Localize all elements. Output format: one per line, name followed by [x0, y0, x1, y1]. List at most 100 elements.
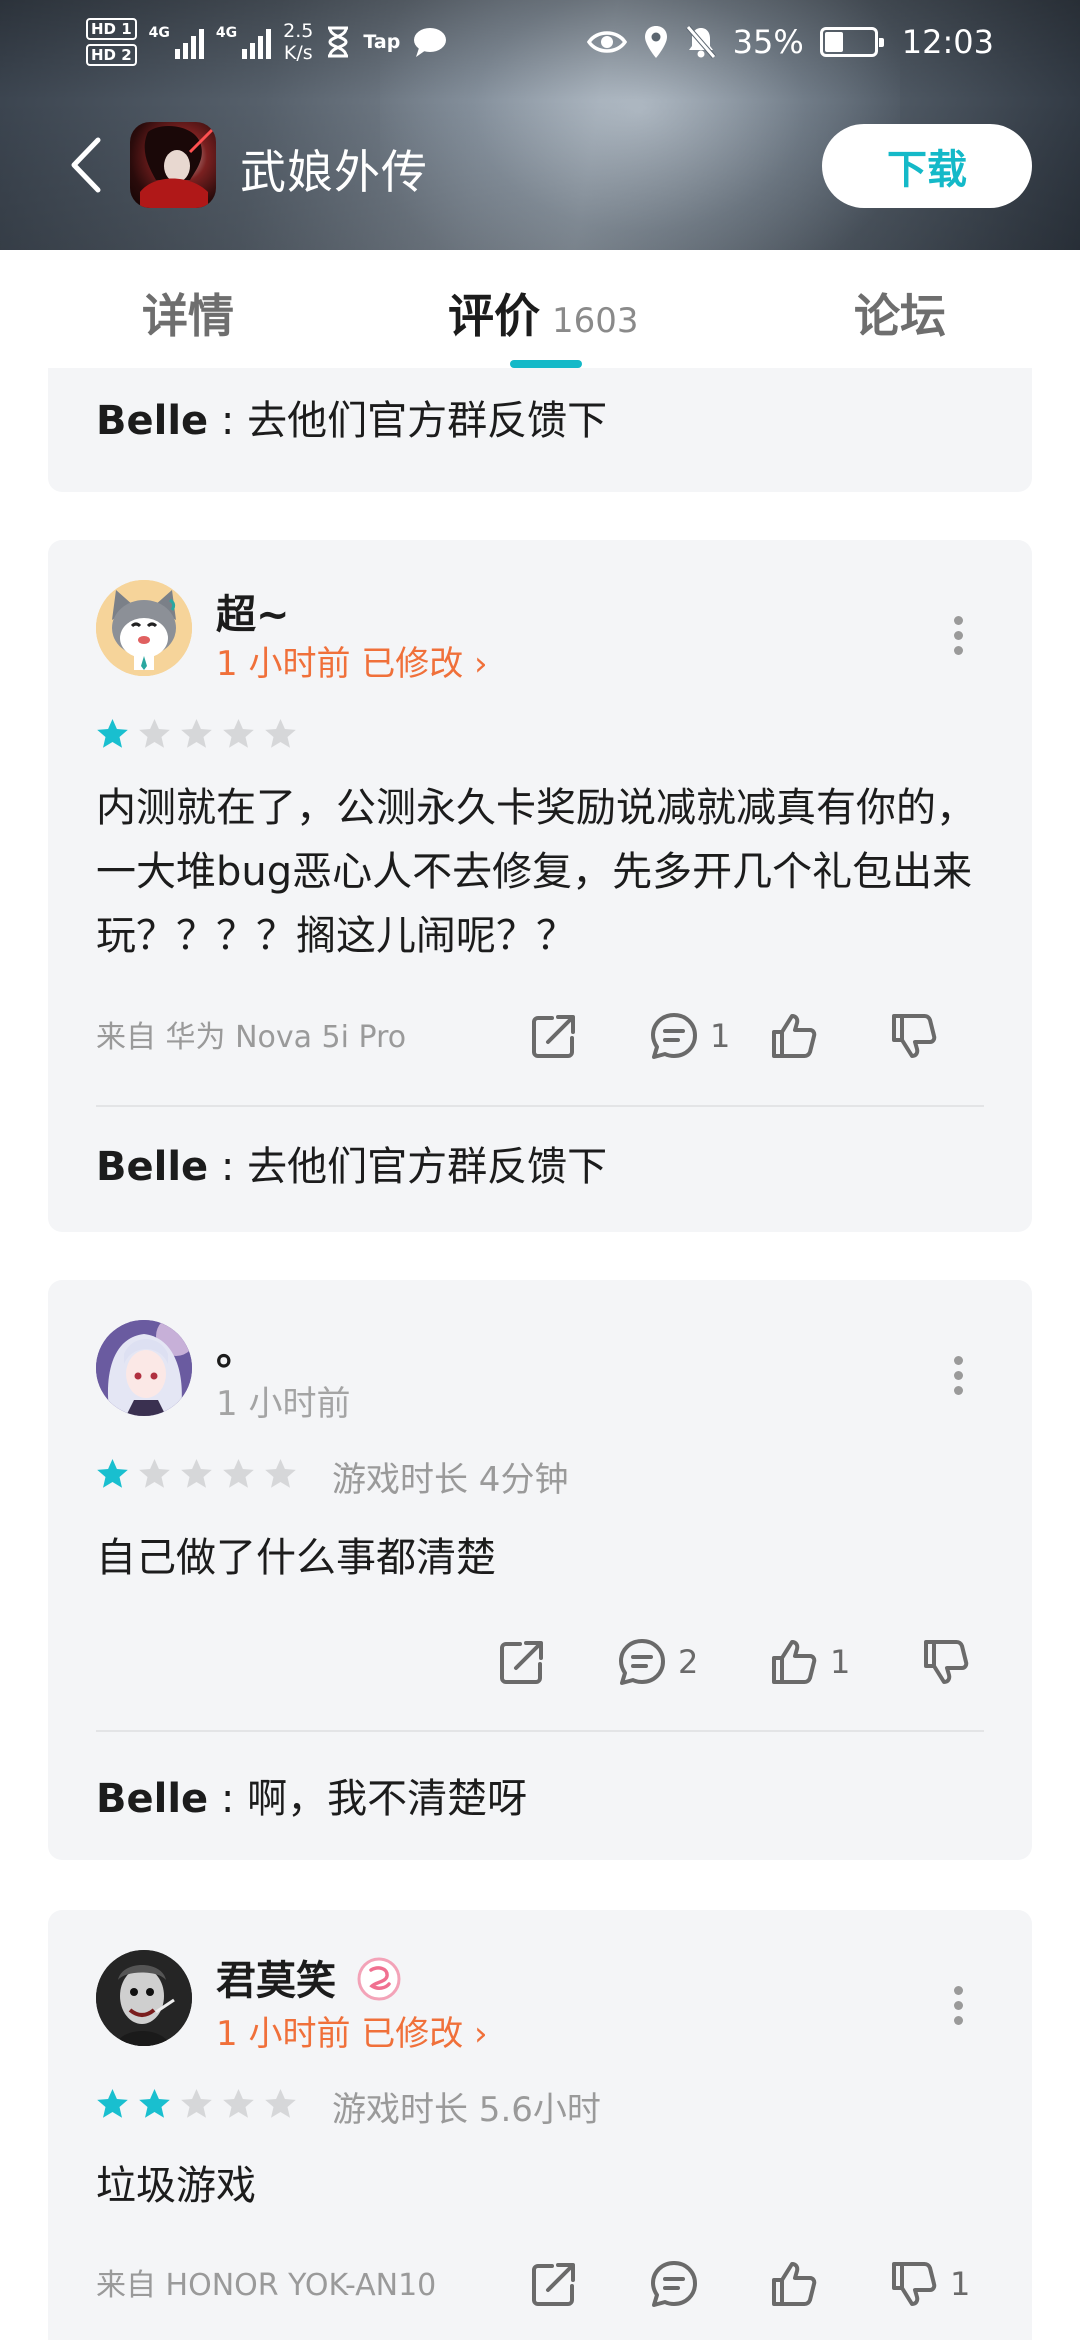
- message-icon: [414, 28, 447, 57]
- username[interactable]: 。: [216, 1318, 256, 1376]
- share-button[interactable]: [526, 1006, 582, 1066]
- like-button[interactable]: [766, 1006, 822, 1066]
- star-empty-icon: [223, 1459, 254, 1488]
- star-filled-icon: [97, 719, 128, 748]
- battery-percent: 35%: [732, 23, 804, 61]
- comment-button[interactable]: 2: [614, 1632, 698, 1692]
- hd1-badge: HD 1: [86, 18, 137, 40]
- comment-button[interactable]: [646, 2254, 702, 2314]
- app-bar: 武娘外传 下载: [0, 100, 1080, 230]
- dislike-button[interactable]: 1: [886, 2254, 970, 2314]
- download-button[interactable]: 下载: [822, 124, 1032, 208]
- device-label: 来自 HONOR YOK-AN10: [96, 2268, 437, 2303]
- review-card: 。 1 小时前 游戏时长 4分钟 自己做了什么事都清楚 2 1 Belle : …: [48, 1280, 1032, 1860]
- share-icon: [532, 2263, 575, 2306]
- reply-line[interactable]: Belle : 去他们官方群反馈下: [96, 388, 607, 446]
- dislike-button[interactable]: [886, 1006, 942, 1066]
- location-icon: [644, 26, 667, 58]
- review-time-edited[interactable]: 1 小时前 已修改 ›: [216, 636, 488, 685]
- share-button[interactable]: [526, 2254, 582, 2314]
- signal-icon: 4G: [149, 25, 204, 59]
- hourglass-icon: [328, 26, 349, 58]
- reply-author[interactable]: Belle: [96, 1776, 208, 1822]
- avatar[interactable]: [96, 1320, 192, 1416]
- thumbs-down-icon: [892, 2262, 937, 2306]
- avatar[interactable]: [96, 580, 192, 676]
- tab-details[interactable]: 详情: [142, 280, 234, 346]
- battery-icon: [819, 27, 884, 57]
- share-button[interactable]: [494, 1632, 550, 1692]
- reply-author[interactable]: Belle: [96, 1144, 208, 1190]
- dislike-button[interactable]: [918, 1632, 974, 1692]
- device-label: 来自 华为 Nova 5i Pro: [96, 1020, 407, 1055]
- app-header: HD 1 HD 2 4G 4G 2.5 K/s Tap 35% 12:03 武娘…: [0, 0, 1080, 250]
- review-text[interactable]: 自己做了什么事都清楚: [96, 1526, 996, 1590]
- playtime-label: 游戏时长 5.6小时: [332, 2090, 601, 2130]
- star-rating: [96, 718, 297, 750]
- review-count: 1603: [552, 301, 639, 341]
- star-empty-icon: [181, 2089, 212, 2118]
- star-filled-icon: [139, 2089, 170, 2118]
- comment-icon: [619, 1639, 665, 1685]
- divider: [96, 1105, 984, 1107]
- star-empty-icon: [265, 1459, 296, 1488]
- divider: [96, 1730, 984, 1732]
- mute-bell-icon: [685, 25, 716, 59]
- user-badge-icon: [357, 1957, 401, 2001]
- share-icon: [532, 1015, 575, 1058]
- review-card: 超~ 1 小时前 已修改 › 内测就在了，公测永久卡奖励说减就减真有你的，一大堆…: [48, 540, 1032, 1232]
- action-count: 1: [950, 2265, 971, 2303]
- action-count: 1: [710, 1017, 731, 1055]
- comment-icon: [651, 2261, 697, 2307]
- like-button[interactable]: [766, 2254, 822, 2314]
- username[interactable]: 君莫笑: [216, 1958, 336, 2004]
- thumbs-up-icon: [772, 1014, 817, 1058]
- status-bar: HD 1 HD 2 4G 4G 2.5 K/s Tap 35% 12:03: [0, 0, 1080, 82]
- reply-line[interactable]: Belle : 去他们官方群反馈下: [96, 1134, 607, 1192]
- back-arrow-icon[interactable]: [62, 132, 112, 198]
- review-feed[interactable]: Belle : 去他们官方群反馈下 超~ 1 小时前 已修改 › 内测就在了，公…: [0, 368, 1080, 2340]
- reply-line[interactable]: Belle : 啊，我不清楚呀: [96, 1766, 527, 1824]
- review-text[interactable]: 垃圾游戏: [96, 2154, 996, 2218]
- star-empty-icon: [265, 2089, 296, 2118]
- review-time-edited[interactable]: 1 小时前 已修改 ›: [216, 2006, 488, 2055]
- app-logo[interactable]: [130, 122, 216, 208]
- star-empty-icon: [139, 719, 170, 748]
- review-text[interactable]: 内测就在了，公测永久卡奖励说减就减真有你的，一大堆bug恶心人不去修复，先多开几…: [96, 776, 996, 968]
- reply-text: 去他们官方群反馈下: [247, 1144, 608, 1190]
- star-empty-icon: [265, 719, 296, 748]
- tab-bar: 详情 评价 1603 论坛: [0, 250, 1080, 368]
- username[interactable]: 超~: [216, 582, 290, 640]
- reply-author[interactable]: Belle: [96, 398, 208, 444]
- more-options-icon[interactable]: [948, 612, 968, 662]
- app-title: 武娘外传: [240, 145, 428, 199]
- comment-button[interactable]: 1: [646, 1006, 730, 1066]
- thumbs-down-icon: [924, 1640, 969, 1684]
- star-filled-icon: [97, 2089, 128, 2118]
- star-rating: [96, 2088, 297, 2120]
- network-speed: 2.5 K/s: [283, 20, 314, 64]
- thumbs-down-icon: [892, 1014, 937, 1058]
- tab-forum[interactable]: 论坛: [854, 280, 946, 346]
- star-empty-icon: [223, 719, 254, 748]
- action-count: 2: [678, 1643, 699, 1681]
- taptap-icon: Tap: [363, 31, 401, 53]
- hd2-badge: HD 2: [86, 44, 137, 66]
- review-card: 君莫笑 1 小时前 已修改 › 游戏时长 5.6小时 垃圾游戏 来自 HONOR…: [48, 1910, 1032, 2340]
- thumbs-up-icon: [772, 1640, 817, 1684]
- review-time: 1 小时前: [216, 1384, 351, 1424]
- more-options-icon[interactable]: [948, 1352, 968, 1402]
- more-options-icon[interactable]: [948, 1982, 968, 2032]
- eye-icon: [586, 31, 627, 53]
- clock: 12:03: [901, 23, 994, 61]
- share-icon: [500, 1641, 543, 1684]
- star-empty-icon: [139, 1459, 170, 1488]
- like-button[interactable]: 1: [766, 1632, 850, 1692]
- star-empty-icon: [223, 2089, 254, 2118]
- username-row[interactable]: 君莫笑: [216, 1948, 402, 2006]
- reply-text: 啊，我不清楚呀: [247, 1776, 528, 1822]
- comment-icon: [651, 1013, 697, 1059]
- avatar[interactable]: [96, 1950, 192, 2046]
- tab-reviews[interactable]: 评价 1603: [448, 280, 639, 346]
- star-filled-icon: [97, 1459, 128, 1488]
